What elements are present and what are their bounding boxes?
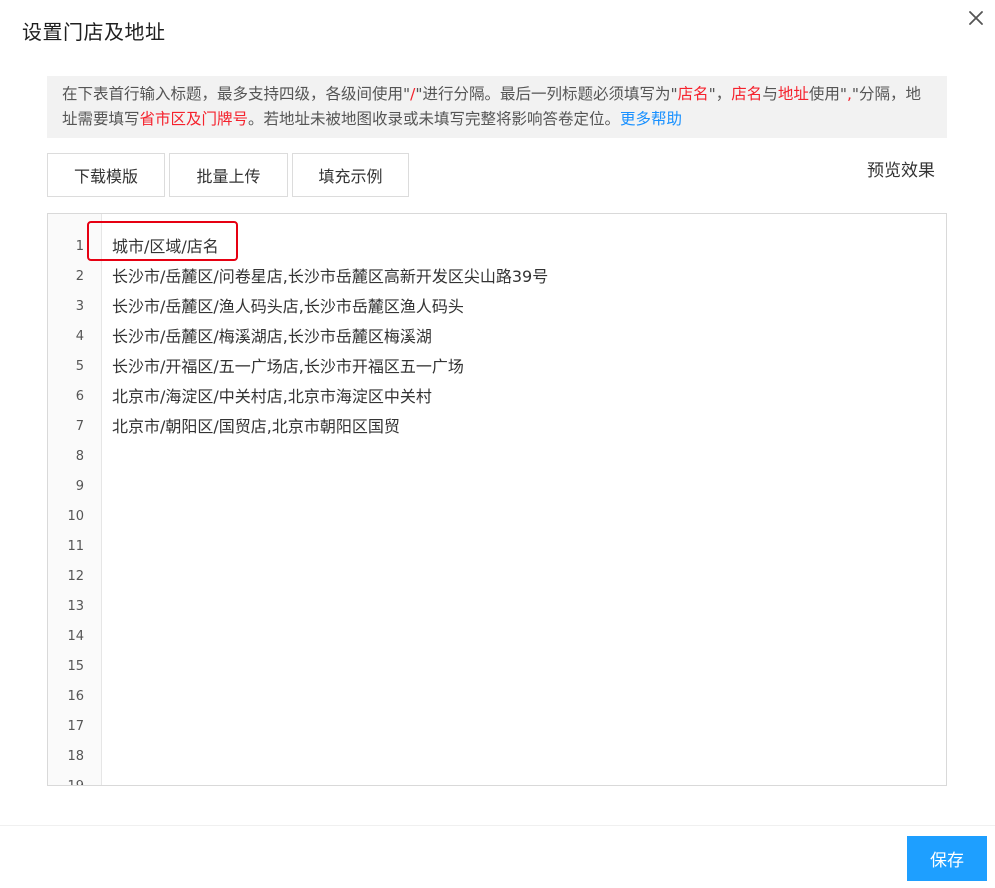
- line-number: 19: [48, 772, 84, 785]
- dialog-title: 设置门店及地址: [22, 20, 166, 44]
- line-number: 7: [75, 419, 84, 434]
- line-number: 9: [75, 479, 84, 494]
- line-number: 15: [67, 659, 84, 674]
- footer-divider: [0, 825, 995, 826]
- line-number: 14: [67, 629, 84, 644]
- line-number: 8: [75, 449, 84, 464]
- tip-text: 。若地址未被地图收录或未填写完整将影响答卷定位。: [248, 110, 621, 128]
- line-number: 12: [67, 569, 84, 584]
- line-number: 1: [75, 239, 84, 254]
- line-number: 11: [67, 539, 84, 554]
- save-button[interactable]: 保存: [907, 836, 987, 881]
- editor-line[interactable]: 北京市/海淀区/中关村店,北京市海淀区中关村: [112, 382, 432, 412]
- line-number: 2: [75, 269, 84, 284]
- tip-store-name: 店名: [731, 85, 763, 103]
- line-number: 5: [75, 359, 84, 374]
- instruction-tip: 在下表首行输入标题，最多支持四级，各级间使用"/"进行分隔。最后一列标题必须填写…: [47, 76, 947, 138]
- preview-link[interactable]: 预览效果: [867, 156, 935, 181]
- editor-line[interactable]: 长沙市/岳麓区/渔人码头店,长沙市岳麓区渔人码头: [112, 292, 464, 322]
- store-address-editor[interactable]: 12345678910111213141516171819 城市/区域/店名长沙…: [47, 213, 947, 786]
- editor-line[interactable]: 北京市/朝阳区/国贸店,北京市朝阳区国贸: [112, 412, 400, 442]
- batch-upload-button[interactable]: 批量上传: [169, 153, 288, 197]
- line-number-gutter: 12345678910111213141516171819: [48, 214, 102, 785]
- download-template-button[interactable]: 下载模版: [47, 153, 165, 197]
- line-number: 4: [75, 329, 84, 344]
- close-icon: [969, 11, 983, 25]
- fill-example-button[interactable]: 填充示例: [292, 153, 409, 197]
- tip-text: 使用": [808, 85, 847, 103]
- tip-text: 在下表首行输入标题，最多支持四级，各级间使用": [62, 85, 411, 103]
- tip-region: 省市区及门牌号: [139, 110, 249, 128]
- header-row-highlight: [87, 221, 238, 261]
- line-number: 13: [67, 599, 84, 614]
- line-number: 6: [75, 389, 84, 404]
- editor-line[interactable]: 长沙市/岳麓区/梅溪湖店,长沙市岳麓区梅溪湖: [112, 322, 432, 352]
- close-button[interactable]: [962, 5, 990, 31]
- tip-address: 地址: [777, 85, 809, 103]
- line-number: 3: [75, 299, 84, 314]
- line-number: 18: [67, 749, 84, 764]
- editor-line[interactable]: 长沙市/开福区/五一广场店,长沙市开福区五一广场: [112, 352, 464, 382]
- tip-text: "进行分隔。最后一列标题必须填写为": [415, 85, 678, 103]
- tip-store-name: 店名: [677, 85, 709, 103]
- line-number: 17: [67, 719, 84, 734]
- line-number: 10: [67, 509, 84, 524]
- editor-line[interactable]: 长沙市/岳麓区/问卷星店,长沙市岳麓区高新开发区尖山路39号: [112, 262, 548, 292]
- more-help-link[interactable]: 更多帮助: [620, 110, 682, 128]
- tip-text: "，: [708, 85, 732, 103]
- toolbar: 下载模版 批量上传 填充示例: [47, 153, 409, 197]
- line-number: 16: [67, 689, 84, 704]
- tip-text: 与: [762, 85, 778, 103]
